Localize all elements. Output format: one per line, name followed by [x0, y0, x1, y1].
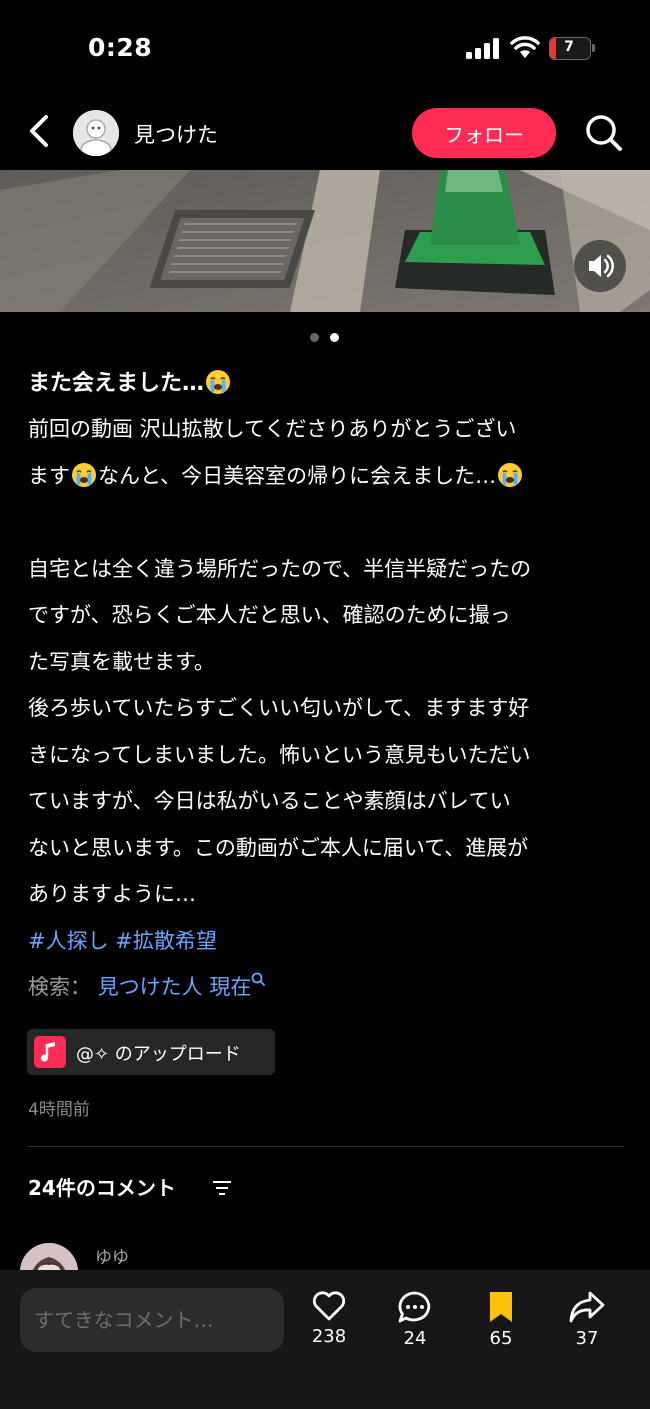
comment-icon — [398, 1291, 431, 1323]
music-label: @✧ のアップロード — [76, 1044, 241, 1065]
battery-icon: 7 — [549, 37, 595, 60]
comment-count: 24 — [403, 1328, 427, 1349]
bottom-action-bar: 238 24 65 37 — [0, 1270, 650, 1409]
back-icon[interactable] — [26, 113, 56, 149]
sound-button[interactable] — [574, 240, 626, 292]
follow-button[interactable]: フォロー — [412, 108, 556, 158]
post-caption: また会えました… 前回の動画 沢山拡散してくださりありがとうござい ます なんと、… — [28, 362, 628, 1010]
share-count: 37 — [575, 1328, 599, 1349]
wifi-icon — [510, 36, 540, 58]
like-button[interactable]: 238 — [299, 1290, 359, 1360]
carousel-dot-active[interactable] — [330, 333, 339, 342]
like-count: 238 — [311, 1326, 347, 1347]
avatar-icon — [73, 110, 119, 156]
music-chip[interactable]: @✧ のアップロード — [27, 1029, 275, 1075]
signal-icon — [466, 38, 499, 59]
crying-emoji-icon — [498, 462, 523, 487]
carousel-dot[interactable] — [310, 333, 319, 342]
sort-icon[interactable] — [212, 1180, 232, 1196]
carousel-indicator — [310, 333, 346, 343]
avatar[interactable] — [73, 110, 119, 156]
heart-icon — [312, 1291, 346, 1321]
battery-level: 7 — [564, 39, 574, 55]
comment-button[interactable]: 24 — [385, 1290, 445, 1360]
search-label: 検索： — [28, 974, 91, 999]
crying-emoji-icon — [206, 370, 231, 394]
status-bar: 0:28 7 — [0, 0, 650, 95]
divider — [28, 1146, 624, 1147]
username[interactable]: 見つけた — [134, 119, 218, 149]
search-icon[interactable] — [584, 113, 624, 153]
search-mini-icon — [251, 972, 266, 986]
header: 見つけた フォロー — [0, 95, 650, 170]
share-icon — [569, 1291, 605, 1323]
bookmark-icon — [490, 1292, 512, 1322]
hashtag-link[interactable]: #人探し — [28, 929, 109, 953]
post-body: 前回の動画 沢山拡散してくださりありがとうござい ます なんと、今日美容室の帰りに… — [28, 417, 532, 906]
save-button[interactable]: 65 — [471, 1290, 531, 1360]
search-query-link[interactable]: 見つけた人 現在 — [98, 972, 266, 999]
music-note-icon — [34, 1036, 66, 1068]
search-suggestion: 検索： 見つけた人 現在 — [28, 964, 628, 1010]
sound-icon — [589, 254, 614, 278]
post-image[interactable] — [0, 170, 650, 312]
status-time: 0:28 — [88, 33, 153, 62]
hashtag-link[interactable]: #拡散希望 — [115, 929, 217, 953]
crying-emoji-icon — [72, 462, 96, 487]
share-button[interactable]: 37 — [557, 1290, 617, 1360]
post-title: また会えました… — [28, 362, 628, 406]
post-time: 4時間前 — [28, 1100, 90, 1120]
photo-street-drain-cone — [0, 170, 650, 312]
comment-input[interactable] — [20, 1288, 284, 1352]
comment-username[interactable]: ゆゆ — [95, 1243, 129, 1268]
comments-header: 24件のコメント — [28, 1176, 176, 1200]
hashtags: #人探し #拡散希望 — [28, 918, 628, 964]
save-count: 65 — [489, 1328, 513, 1349]
